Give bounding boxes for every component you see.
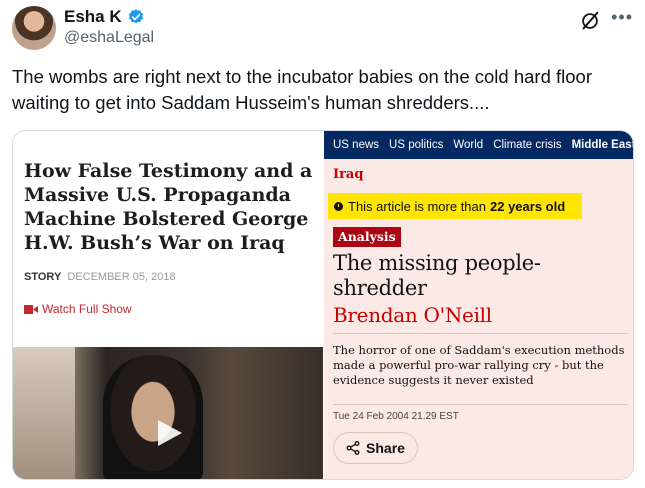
article-headline: The missing people-shredder xyxy=(333,251,541,300)
tweet-media[interactable]: How False Testimony and a Massive U.S. P… xyxy=(12,130,634,480)
article-standfirst: The horror of one of Saddam's execution … xyxy=(333,343,625,387)
share-icon xyxy=(346,441,360,455)
tweet-header: Esha K @eshaLegal ••• xyxy=(12,6,633,50)
nav-item-us-politics: US politics xyxy=(389,139,444,151)
age-notice: This article is more than xyxy=(348,198,486,214)
share-label: Share xyxy=(366,440,405,456)
article-byline: Brendan O'Neill xyxy=(333,303,492,327)
name-line: Esha K xyxy=(64,7,145,27)
camera-icon xyxy=(24,304,38,314)
video-person xyxy=(103,355,203,479)
guardian-nav: US news US politics World Climate crisis… xyxy=(324,131,634,159)
watch-full-show-link: Watch Full Show xyxy=(24,302,132,316)
verified-badge-icon xyxy=(128,9,143,24)
right-screenshot: US news US politics World Climate crisis… xyxy=(324,131,634,479)
play-icon xyxy=(158,420,182,446)
nav-item-world: World xyxy=(453,139,484,151)
analysis-badge: Analysis xyxy=(333,227,401,247)
left-screenshot: How False Testimony and a Massive U.S. P… xyxy=(13,131,323,479)
article-age-banner: This article is more than 22 years old xyxy=(328,193,582,219)
avatar[interactable] xyxy=(12,6,56,50)
video-thumbnail xyxy=(13,347,323,479)
video-background-figure xyxy=(13,347,75,479)
story-date: DECEMBER 05, 2018 xyxy=(67,271,176,283)
divider xyxy=(333,333,628,334)
nav-item-climate-crisis: Climate crisis xyxy=(493,139,562,151)
display-name[interactable]: Esha K xyxy=(64,7,122,27)
share-button: Share xyxy=(333,432,418,464)
story-label: STORY xyxy=(24,271,62,283)
story-meta: STORY DECEMBER 05, 2018 xyxy=(24,271,176,283)
nav-item-us-news: US news xyxy=(333,139,380,151)
nav-item-middle-east: Middle East xyxy=(571,139,634,151)
grok-icon[interactable] xyxy=(579,10,601,32)
watch-label: Watch Full Show xyxy=(42,302,132,316)
age-value: 22 years old xyxy=(490,198,566,214)
clock-icon xyxy=(334,201,343,211)
more-icon[interactable]: ••• xyxy=(611,7,633,28)
section-kicker: Iraq xyxy=(333,167,364,182)
article-dateline: Tue 24 Feb 2004 21.29 EST xyxy=(333,411,459,422)
tweet-text: The wombs are right next to the incubato… xyxy=(12,66,593,113)
handle[interactable]: @eshaLegal xyxy=(64,29,154,47)
left-article-title: How False Testimony and a Massive U.S. P… xyxy=(24,160,313,254)
divider xyxy=(333,404,628,405)
